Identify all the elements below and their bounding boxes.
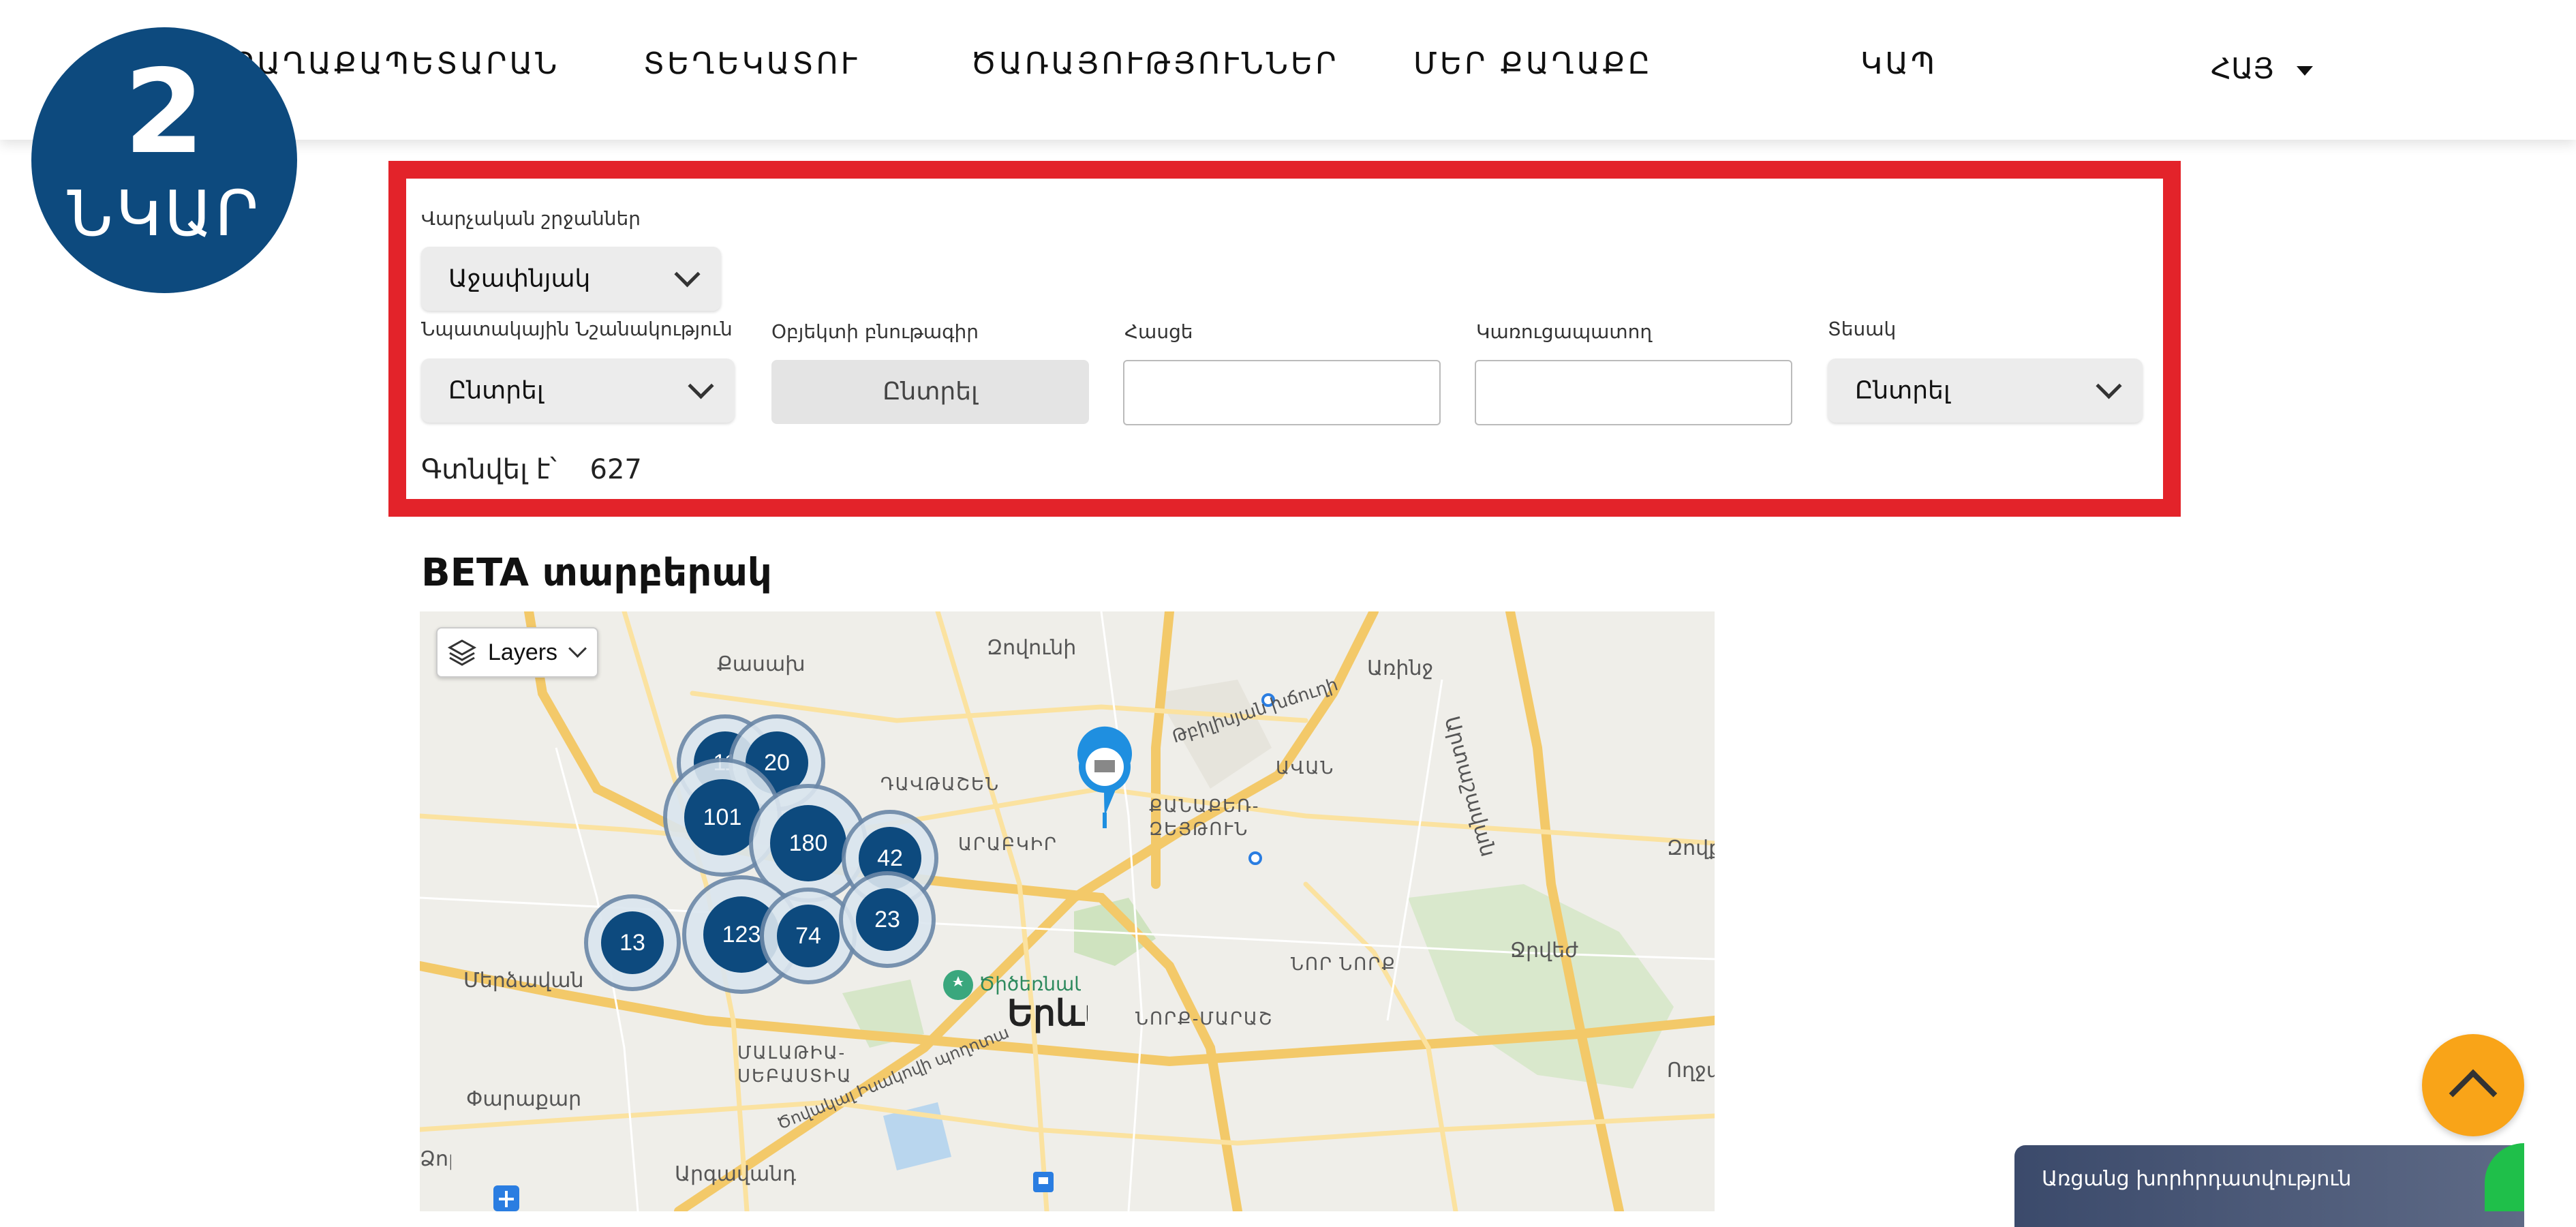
purpose-select[interactable]: Ընտրել (421, 359, 735, 423)
address-label: Հասցե (1124, 320, 1193, 343)
districts-label: Վարչական շրջաններ (421, 207, 641, 230)
map-canvas: 11 20 101 180 42 13 (420, 611, 1715, 1211)
map-label: Քասախ (717, 653, 806, 676)
map-label: Ողջաբերդ (1667, 1059, 1715, 1082)
chevron-down-icon (568, 639, 587, 658)
cluster-marker[interactable]: 13 (584, 894, 681, 991)
cluster-count: 101 (703, 804, 742, 830)
language-selector[interactable]: ՀԱՅ (2211, 52, 2314, 85)
object-label: Օբյեկտի բնութագիր (771, 320, 979, 343)
map-label: ՆՈՐՔ-ՄԱՐԱՇ (1135, 1008, 1274, 1029)
results-label: Գտնվել է՝ (421, 454, 557, 485)
city-label: Երևան (1007, 994, 1088, 1033)
caret-down-icon (2297, 65, 2314, 76)
layers-button[interactable]: Layers (436, 627, 598, 678)
cluster-count: 180 (789, 830, 828, 856)
results-number: 627 (589, 454, 642, 485)
map-label: Մերձավան (463, 969, 584, 992)
location-pin-icon (1077, 726, 1132, 828)
park-icon (943, 970, 973, 1000)
layers-label: Layers (488, 639, 558, 665)
cluster-count: 20 (764, 750, 790, 776)
airport-icon (493, 1185, 519, 1211)
metro-icon (1033, 1172, 1054, 1192)
cluster-count: 13 (619, 930, 645, 956)
scroll-to-top-button[interactable] (2422, 1034, 2524, 1136)
chevron-down-icon (2096, 373, 2122, 399)
step-number: 2 (123, 45, 205, 180)
type-label: Տեսակ (1828, 318, 1897, 340)
map-label: ՆՈՐ ՆՈՐՔ (1291, 954, 1396, 974)
developer-input[interactable] (1475, 360, 1792, 425)
layers-icon (447, 639, 477, 666)
map-label: ՄԱԼԱԹԻԱ-ՍԵԲԱՍՏԻԱ (737, 1042, 853, 1086)
type-select[interactable]: Ընտրել (1828, 359, 2143, 423)
cluster-count: 23 (874, 907, 900, 933)
top-navigation-bar: ՔԱՂԱՔԱՊԵՏԱՐԱՆ ՏԵՂԵԿԱՏՈՒ ԾԱՌԱՅՈՒԹՅՈՒՆՆԵՐ … (0, 0, 2576, 140)
map-label: Ծիծեռնակաբերդ (979, 973, 1081, 995)
chevron-down-icon (688, 373, 714, 399)
step-text: ՆԿԱՐ (67, 177, 262, 250)
map-label: ԱՐԱԲԿԻՐ (958, 834, 1058, 854)
cluster-count: 74 (795, 923, 821, 949)
map-label: Ջրվեժ (1510, 939, 1578, 962)
address-input[interactable] (1123, 360, 1441, 425)
map-label: ԴԱՎԹԱՇԵՆ (880, 774, 1000, 794)
chevron-up-icon (2449, 1069, 2498, 1118)
type-value: Ընտրել (1855, 376, 1950, 405)
chevron-down-icon (674, 261, 701, 288)
consult-label: Առցանց խորհրդատվություն (2042, 1167, 2352, 1191)
map-label: Ձորաղբյուր (420, 1148, 451, 1170)
beta-heading: BETA տարբերակ (421, 551, 772, 595)
map-view[interactable]: 11 20 101 180 42 13 (420, 611, 1715, 1211)
nav-contact[interactable]: ԿԱՊ (1860, 46, 1937, 81)
map-label: Զովք (1667, 837, 1715, 860)
nav-reference[interactable]: ՏԵՂԵԿԱՏՈՒ (643, 46, 859, 81)
map-label: Արգավանդ (675, 1163, 797, 1185)
purpose-value: Ընտրել (448, 376, 544, 405)
map-label: Զովունի (987, 637, 1077, 659)
results-count: Գտնվել է՝ 627 (421, 454, 642, 485)
nav-our-city[interactable]: ՄԵՐ ՔԱՂԱՔԸ (1413, 46, 1653, 81)
purpose-label: Նպատակային Նշանակություն (421, 318, 733, 340)
nav-services[interactable]: ԾԱՌԱՅՈՒԹՅՈՒՆՆԵՐ (970, 46, 1339, 81)
step-badge: 2 ՆԿԱՐ (31, 27, 297, 293)
object-choose-button[interactable]: Ընտրել (771, 360, 1089, 424)
language-label: ՀԱՅ (2211, 52, 2274, 85)
districts-select[interactable]: Աջափնյակ (421, 247, 721, 311)
cluster-count: 123 (722, 922, 761, 948)
map-label: ԱՎԱՆ (1276, 757, 1335, 778)
cluster-marker[interactable]: 23 (839, 871, 936, 968)
cluster-marker[interactable]: 74 (760, 888, 857, 984)
developer-label: Կառուցապատող (1476, 320, 1653, 343)
online-consultation-widget[interactable]: Առցանց խորհրդատվություն (2014, 1145, 2524, 1227)
cluster-count: 42 (877, 845, 903, 871)
map-label: ՔԱՆԱՔԵՌ-ԶԵՅԹՈՒՆ (1149, 796, 1260, 839)
map-label: Փարաքար (466, 1088, 582, 1110)
districts-value: Աջափնյակ (448, 264, 591, 293)
map-label: Առինջ (1367, 657, 1434, 680)
